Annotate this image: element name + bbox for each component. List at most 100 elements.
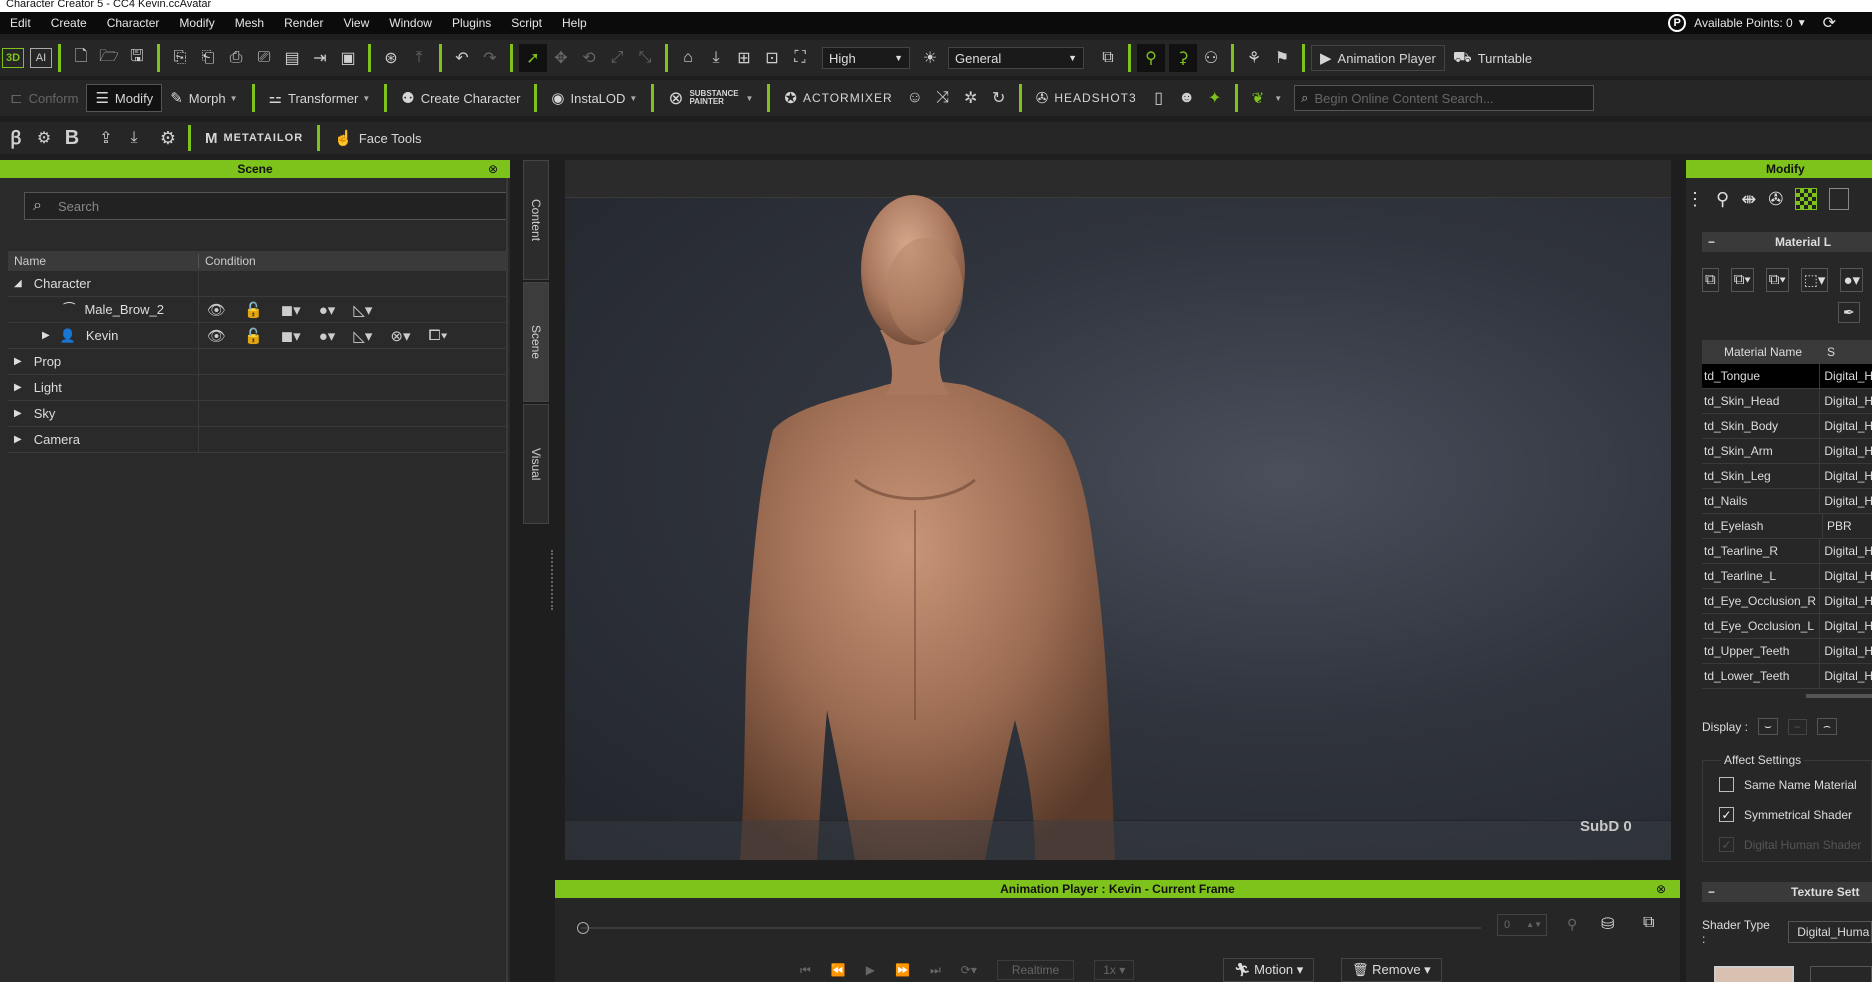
menu-plugins[interactable]: Plugins: [442, 12, 501, 34]
settings-gear-icon[interactable]: ⚙: [154, 124, 182, 152]
flag-icon[interactable]: ⚑: [1268, 44, 1296, 72]
eye-icon[interactable]: 👁: [207, 301, 226, 319]
rotate-icon[interactable]: ⟲: [575, 44, 603, 72]
refresh-icon[interactable]: ⟳: [1823, 13, 1836, 33]
transformer-button[interactable]: ⚍ Transformer ▼: [261, 84, 379, 112]
same-name-material-option[interactable]: Same Name Material: [1719, 777, 1857, 792]
motion-button[interactable]: 🏃︎ Motion ▾: [1223, 958, 1315, 982]
material-table-scrollbar[interactable]: [1806, 694, 1872, 698]
more-tab-icon[interactable]: [1829, 188, 1850, 210]
points-icon[interactable]: P: [1668, 14, 1687, 32]
collapse-icon[interactable]: −: [1708, 885, 1715, 899]
sparkle-icon[interactable]: ✦: [1201, 84, 1229, 112]
import-obj-icon[interactable]: ⎗: [194, 44, 222, 72]
menu-edit[interactable]: Edit: [0, 12, 41, 34]
eye-closed-icon[interactable]: ⌢: [1816, 718, 1837, 735]
plugin-menu-button[interactable]: ❦ ▼: [1244, 84, 1291, 112]
paste-material-icon[interactable]: ⧉▾: [1730, 268, 1754, 292]
collapse-icon[interactable]: −: [1708, 235, 1715, 249]
pivot-icon[interactable]: ⤡: [631, 44, 659, 72]
tree-row-character[interactable]: ◢ Character: [8, 271, 506, 297]
physics-icon[interactable]: ✇: [1768, 189, 1783, 210]
material-row[interactable]: td_Eye_Occlusion_L Digital_H: [1702, 614, 1872, 639]
texture-thumbnail[interactable]: [1714, 966, 1794, 982]
frame-selected-icon[interactable]: ⊡: [758, 44, 786, 72]
material-row[interactable]: td_Tongue Digital_H: [1702, 364, 1872, 389]
quality-dropdown[interactable]: High ▼: [822, 47, 910, 69]
new-file-icon[interactable]: 🗋: [67, 44, 95, 72]
remove-button[interactable]: 🗑︎ Remove ▾: [1341, 958, 1442, 982]
collapsed-triangle-icon[interactable]: ▶: [14, 382, 22, 393]
character-model[interactable]: [565, 160, 1671, 860]
play-icon[interactable]: ▶: [866, 963, 875, 977]
timeline-handle[interactable]: [577, 922, 589, 934]
motion-layer-icon[interactable]: ⛁: [1601, 914, 1614, 934]
unlock-icon[interactable]: 🔓: [244, 301, 263, 319]
scene-search-input[interactable]: ⌕ Search: [24, 192, 508, 220]
tree-row-sky[interactable]: ▶ Sky: [8, 401, 506, 427]
motion-pose-icon[interactable]: ⚲: [1716, 189, 1729, 210]
material-row[interactable]: td_Skin_Body Digital_H: [1702, 414, 1872, 439]
checkbox-unchecked[interactable]: [1719, 777, 1734, 792]
menu-character[interactable]: Character: [97, 12, 170, 34]
material-sphere-icon[interactable]: ●▾: [319, 327, 336, 345]
eye-icon[interactable]: 👁: [207, 327, 226, 345]
import-icon[interactable]: ⎘: [166, 44, 194, 72]
cc-logo-icon[interactable]: 3D: [2, 48, 24, 68]
metatailor-button[interactable]: M METATAILOR: [197, 124, 311, 152]
group-icon[interactable]: ⚇: [1197, 44, 1225, 72]
unlock-icon[interactable]: 🔓: [244, 327, 263, 345]
home-icon[interactable]: ⌂: [674, 44, 702, 72]
substance-painter-button[interactable]: ⊗ SUBSTANCE PAINTER ▼: [660, 84, 761, 112]
close-icon[interactable]: ⊗: [1656, 880, 1666, 898]
available-points[interactable]: Available Points: 0: [1694, 16, 1793, 30]
material-row[interactable]: td_Eyelash PBR: [1702, 514, 1872, 539]
eyedropper-icon[interactable]: ✒: [1838, 302, 1860, 323]
collapsed-triangle-icon[interactable]: ▶: [14, 434, 22, 445]
material-row[interactable]: td_Upper_Teeth Digital_H: [1702, 639, 1872, 664]
face-icon[interactable]: ☻: [1173, 84, 1201, 112]
export-obj-icon[interactable]: ⎙: [222, 44, 250, 72]
download-icon[interactable]: ⤓: [120, 124, 148, 152]
3d-viewport[interactable]: [565, 160, 1671, 860]
shader-type-dropdown[interactable]: Digital_Huma: [1788, 921, 1872, 943]
splitter-handle[interactable]: [551, 550, 553, 610]
circle-x-icon[interactable]: ⊗▾: [390, 327, 410, 345]
speed-dropdown[interactable]: 1x ▾: [1094, 960, 1135, 980]
texture-settings-header[interactable]: − Texture Sett: [1702, 882, 1872, 902]
symmetrical-shader-option[interactable]: ✓ Symmetrical Shader: [1719, 807, 1852, 822]
morph-shape-icon[interactable]: ◺▾: [353, 327, 372, 345]
light-icon[interactable]: ☀: [916, 44, 944, 72]
plugin-b-icon[interactable]: ꞵ: [2, 124, 30, 152]
attribute-icon[interactable]: ⇼: [1741, 189, 1756, 210]
stepper-icon[interactable]: ▲▼: [1526, 915, 1542, 935]
online-search-box[interactable]: ⌕ Begin Online Content Search...: [1294, 85, 1595, 111]
close-icon[interactable]: ⊗: [488, 160, 498, 178]
material-checker-icon[interactable]: [1795, 188, 1818, 210]
frame-all-icon[interactable]: ⊞: [730, 44, 758, 72]
turntable-button[interactable]: ⛟ Turntable: [1445, 44, 1540, 72]
copy-material-icon[interactable]: ⧉: [1702, 268, 1719, 292]
modify-button[interactable]: ☰ Modify: [86, 84, 163, 112]
tab-content[interactable]: Content: [523, 160, 549, 280]
material-sphere-icon[interactable]: ●▾: [319, 301, 336, 319]
tree-row-camera[interactable]: ▶ Camera: [8, 427, 506, 453]
collapsed-triangle-icon[interactable]: ▶: [42, 330, 50, 341]
gear-puzzle-icon[interactable]: ✲: [957, 84, 985, 112]
upload-icon[interactable]: ⤒: [405, 44, 433, 72]
move-icon[interactable]: ✥: [547, 44, 575, 72]
eye-open-icon[interactable]: ⌣: [1758, 718, 1778, 735]
timeline-track[interactable]: [581, 927, 1481, 929]
person-icon[interactable]: ⚲: [1567, 916, 1577, 933]
eye-half-icon[interactable]: −: [1787, 718, 1807, 735]
conform-button[interactable]: ⊏ Conform: [2, 84, 86, 112]
face-tools-button[interactable]: ☝ Face Tools: [326, 124, 429, 152]
export-fbx-icon[interactable]: ⎚: [250, 44, 278, 72]
menu-script[interactable]: Script: [501, 12, 552, 34]
menu-help[interactable]: Help: [552, 12, 597, 34]
next-frame-icon[interactable]: ⏩: [895, 963, 910, 977]
tree-row-kevin[interactable]: ▶ 👤 Kevin 👁 🔓 ◼▾ ●▾ ◺▾ ⊗▾ ⧠▾: [8, 323, 506, 349]
checkbox-checked[interactable]: ✓: [1719, 807, 1734, 822]
tree-row-male-brow[interactable]: ⁀ Male_Brow_2 👁 🔓 ◼▾ ●▾ ◺▾: [8, 297, 506, 323]
loop-icon[interactable]: ⟳▾: [961, 963, 977, 977]
